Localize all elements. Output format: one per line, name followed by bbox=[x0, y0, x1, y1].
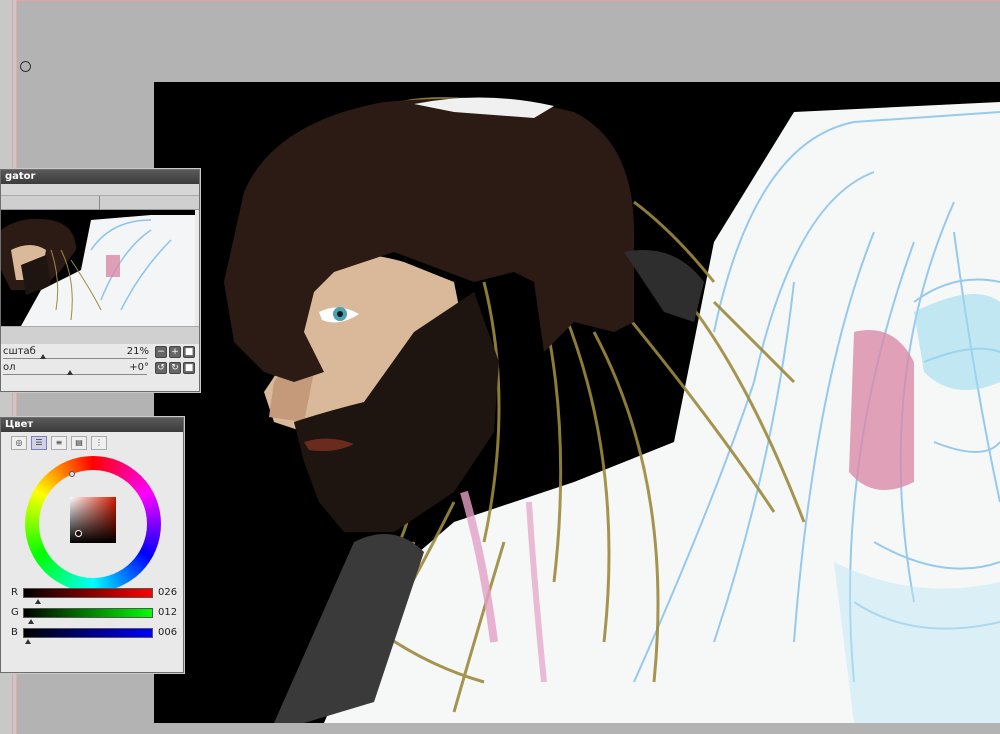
red-channel-row: R 026 bbox=[1, 587, 183, 607]
red-slider[interactable] bbox=[23, 588, 153, 598]
color-panel-title[interactable]: Цвет bbox=[1, 418, 183, 432]
rotate-reset-button[interactable]: ■ bbox=[183, 362, 195, 374]
saturation-value-square[interactable] bbox=[70, 497, 116, 543]
red-slider-thumb[interactable] bbox=[35, 599, 41, 604]
drawing-canvas[interactable] bbox=[154, 82, 1000, 723]
rotate-right-button[interactable]: ↻ bbox=[169, 362, 181, 374]
zoom-out-button[interactable]: − bbox=[155, 346, 167, 358]
color-panel: Цвет ◎ ☰ ≡ ▤ ⋮ R 026 G 012 B 006 bbox=[0, 417, 184, 673]
green-slider-thumb[interactable] bbox=[28, 619, 34, 624]
hue-wheel[interactable] bbox=[25, 456, 161, 592]
zoom-slider-thumb[interactable] bbox=[40, 354, 46, 359]
color-mode-tabs: ◎ ☰ ≡ ▤ ⋮ bbox=[1, 432, 183, 452]
ruler-handle-icon[interactable] bbox=[20, 61, 31, 72]
navigator-preview[interactable] bbox=[1, 210, 195, 326]
rotate-slider-thumb[interactable] bbox=[67, 370, 73, 375]
blue-value[interactable]: 006 bbox=[158, 627, 177, 638]
navigator-thumbnail bbox=[1, 210, 195, 326]
painting-artwork bbox=[224, 97, 1000, 723]
zoom-in-button[interactable]: + bbox=[169, 346, 181, 358]
navigator-tab-divider bbox=[99, 196, 100, 210]
blue-slider-thumb[interactable] bbox=[25, 639, 31, 644]
green-label: G bbox=[11, 607, 19, 618]
color-sets-tab-icon[interactable]: ▤ bbox=[71, 436, 87, 450]
navigator-tabs[interactable] bbox=[1, 196, 199, 210]
color-slider-tab-icon[interactable]: ☰ bbox=[31, 436, 47, 450]
navigator-status-bar bbox=[1, 326, 199, 344]
sv-picker-marker[interactable] bbox=[75, 530, 82, 537]
rotate-left-button[interactable]: ↺ bbox=[155, 362, 167, 374]
color-history-tab-icon[interactable]: ⋮ bbox=[91, 436, 107, 450]
color-wheel-tab-icon[interactable]: ◎ bbox=[11, 436, 27, 450]
color-wheel-area bbox=[1, 452, 183, 592]
green-channel-row: G 012 bbox=[1, 607, 183, 627]
window-top-edge bbox=[0, 0, 1000, 1]
navigator-panel: gator сштаб 21% − + ■ ол +0° ↺ ↻ ■ bbox=[0, 169, 200, 392]
navigator-title[interactable]: gator bbox=[1, 170, 199, 184]
navigator-toolbar bbox=[1, 184, 199, 196]
green-value[interactable]: 012 bbox=[158, 607, 177, 618]
zoom-row: сштаб 21% − + ■ bbox=[1, 344, 199, 360]
color-palette-tab-icon[interactable]: ≡ bbox=[51, 436, 67, 450]
blue-label: B bbox=[11, 627, 18, 638]
red-label: R bbox=[11, 587, 18, 598]
zoom-reset-button[interactable]: ■ bbox=[183, 346, 195, 358]
blue-channel-row: B 006 bbox=[1, 627, 183, 647]
rotate-slider[interactable] bbox=[3, 374, 147, 375]
zoom-slider[interactable] bbox=[3, 358, 147, 359]
rotate-row: ол +0° ↺ ↻ ■ bbox=[1, 360, 199, 376]
zoom-label: сштаб bbox=[3, 346, 36, 357]
green-slider[interactable] bbox=[23, 608, 153, 618]
hue-picker-marker[interactable] bbox=[69, 471, 75, 477]
blue-slider[interactable] bbox=[23, 628, 153, 638]
red-value[interactable]: 026 bbox=[158, 587, 177, 598]
hue-wheel-center bbox=[39, 470, 147, 578]
rotate-label: ол bbox=[3, 362, 16, 373]
